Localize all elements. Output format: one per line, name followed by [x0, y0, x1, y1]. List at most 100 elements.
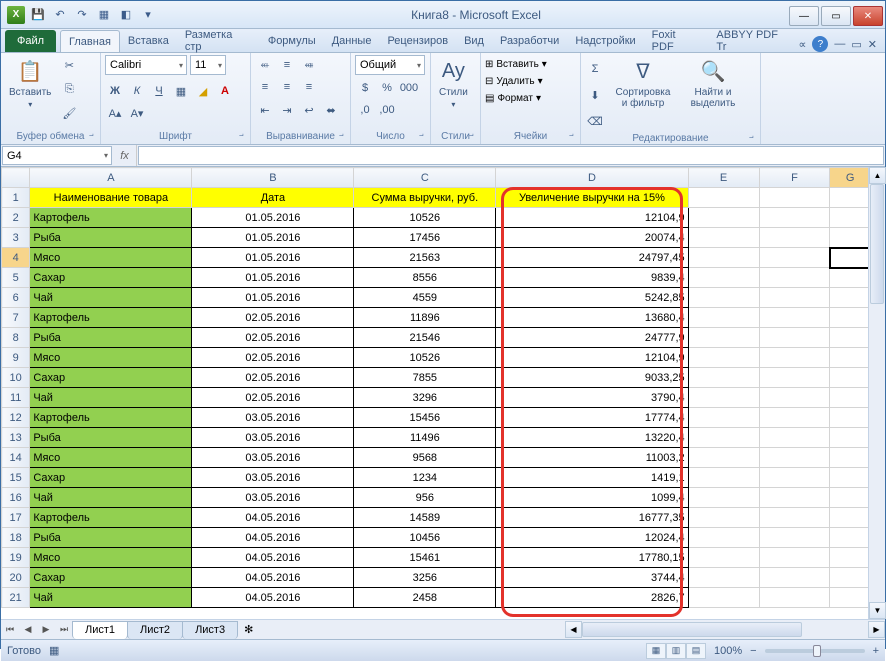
row-header-15[interactable]: 15 — [2, 468, 30, 488]
cell[interactable] — [759, 428, 830, 448]
sheet-last-icon[interactable]: ⏭ — [55, 624, 73, 635]
cell[interactable] — [830, 188, 868, 208]
minimize-ribbon-icon[interactable]: ∝ — [799, 38, 807, 51]
row-header-5[interactable]: 5 — [2, 268, 30, 288]
cell[interactable]: 03.05.2016 — [192, 488, 354, 508]
cell[interactable]: 9839,4 — [496, 268, 688, 288]
cell[interactable] — [830, 488, 868, 508]
row-header-20[interactable]: 20 — [2, 568, 30, 588]
cell[interactable]: 3256 — [354, 568, 496, 588]
cell[interactable] — [688, 388, 759, 408]
vertical-scrollbar[interactable]: ▲ ▼ — [868, 167, 885, 619]
italic-button[interactable]: К — [127, 81, 147, 101]
redo-icon[interactable]: ↷ — [73, 6, 91, 24]
cell[interactable] — [759, 368, 830, 388]
cell[interactable]: 1099,4 — [496, 488, 688, 508]
cell[interactable] — [830, 328, 868, 348]
cell[interactable]: Рыба — [30, 428, 192, 448]
cell[interactable] — [688, 428, 759, 448]
scroll-left-icon[interactable]: ◀ — [565, 621, 582, 638]
cell[interactable] — [830, 388, 868, 408]
zoom-percent[interactable]: 100% — [714, 645, 742, 657]
underline-button[interactable]: Ч — [149, 81, 169, 101]
row-header-8[interactable]: 8 — [2, 328, 30, 348]
tab-главная[interactable]: Главная — [60, 30, 120, 52]
fill-color-button[interactable]: ◢ — [193, 81, 213, 101]
name-box[interactable]: G4 — [2, 146, 112, 165]
cell[interactable] — [759, 408, 830, 428]
row-header-10[interactable]: 10 — [2, 368, 30, 388]
cell[interactable]: 01.05.2016 — [192, 288, 354, 308]
cell[interactable]: Сахар — [30, 268, 192, 288]
cell[interactable] — [688, 408, 759, 428]
cell[interactable] — [759, 328, 830, 348]
col-header-B[interactable]: B — [192, 168, 354, 188]
cell[interactable]: 04.05.2016 — [192, 528, 354, 548]
cell[interactable]: 02.05.2016 — [192, 368, 354, 388]
cell[interactable]: 11896 — [354, 308, 496, 328]
cell[interactable]: Увеличение выручки на 15% — [496, 188, 688, 208]
cell[interactable]: Рыба — [30, 228, 192, 248]
row-header-3[interactable]: 3 — [2, 228, 30, 248]
cell[interactable] — [688, 368, 759, 388]
cell[interactable]: 02.05.2016 — [192, 328, 354, 348]
cell[interactable]: Чай — [30, 488, 192, 508]
cell[interactable] — [688, 288, 759, 308]
cell[interactable] — [830, 528, 868, 548]
cell[interactable]: 2458 — [354, 588, 496, 608]
row-header-14[interactable]: 14 — [2, 448, 30, 468]
col-header-F[interactable]: F — [759, 168, 830, 188]
row-header-6[interactable]: 6 — [2, 288, 30, 308]
row-header-4[interactable]: 4 — [2, 248, 30, 268]
cell[interactable] — [830, 548, 868, 568]
cell[interactable] — [830, 288, 868, 308]
cell[interactable]: 13680,4 — [496, 308, 688, 328]
cell[interactable]: 17780,15 — [496, 548, 688, 568]
tab-данные[interactable]: Данные — [324, 30, 380, 52]
cell[interactable]: 12104,9 — [496, 208, 688, 228]
doc-close-icon[interactable]: ✕ — [868, 38, 877, 51]
increase-font-icon[interactable]: A▴ — [105, 103, 125, 123]
tab-вид[interactable]: Вид — [456, 30, 492, 52]
cell[interactable] — [688, 268, 759, 288]
row-header-2[interactable]: 2 — [2, 208, 30, 228]
vscroll-thumb[interactable] — [870, 184, 884, 304]
cell[interactable]: Картофель — [30, 208, 192, 228]
cell[interactable] — [688, 488, 759, 508]
zoom-slider[interactable] — [765, 649, 865, 653]
wrap-text-icon[interactable]: ↩ — [299, 100, 319, 120]
cell[interactable]: 01.05.2016 — [192, 208, 354, 228]
cell[interactable]: Рыба — [30, 528, 192, 548]
scroll-down-icon[interactable]: ▼ — [869, 602, 886, 619]
cell[interactable]: 956 — [354, 488, 496, 508]
fill-icon[interactable]: ⬇ — [585, 85, 605, 105]
col-header-E[interactable]: E — [688, 168, 759, 188]
cell[interactable]: 9033,25 — [496, 368, 688, 388]
format-cells-button[interactable]: ▤Формат ▾ — [485, 93, 547, 104]
font-color-button[interactable]: А — [215, 81, 235, 101]
sheet-next-icon[interactable]: ▶ — [37, 624, 55, 635]
cell[interactable] — [830, 408, 868, 428]
cell[interactable] — [830, 588, 868, 608]
cell[interactable]: 5242,85 — [496, 288, 688, 308]
tab-abbyy pdf tr[interactable]: ABBYY PDF Tr — [708, 30, 798, 52]
cell[interactable] — [759, 508, 830, 528]
cell[interactable]: Сахар — [30, 568, 192, 588]
cell[interactable] — [759, 488, 830, 508]
cell[interactable]: 03.05.2016 — [192, 428, 354, 448]
cell[interactable]: 11496 — [354, 428, 496, 448]
cell[interactable] — [830, 448, 868, 468]
macro-record-icon[interactable]: ▦ — [49, 644, 59, 657]
percent-icon[interactable]: % — [377, 78, 397, 98]
cell[interactable]: 4559 — [354, 288, 496, 308]
cell[interactable] — [759, 208, 830, 228]
cell[interactable]: Чай — [30, 388, 192, 408]
row-header-1[interactable]: 1 — [2, 188, 30, 208]
cell[interactable]: 03.05.2016 — [192, 408, 354, 428]
cell[interactable]: 01.05.2016 — [192, 248, 354, 268]
minimize-button[interactable]: — — [789, 6, 819, 26]
cell[interactable] — [759, 528, 830, 548]
cell[interactable] — [830, 228, 868, 248]
cell[interactable] — [830, 248, 868, 268]
cell[interactable] — [830, 208, 868, 228]
